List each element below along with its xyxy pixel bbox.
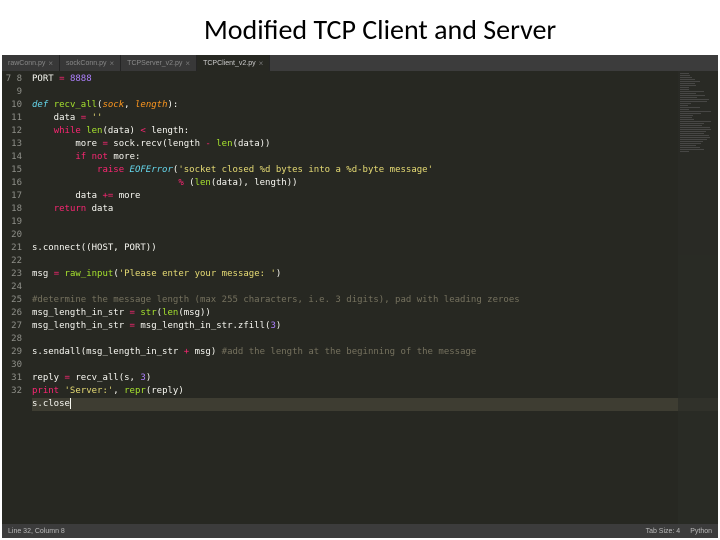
code-line[interactable]: data = '' (32, 112, 718, 125)
status-item[interactable]: Python (690, 528, 712, 535)
code-line[interactable] (32, 359, 718, 372)
code-line[interactable]: s.sendall(msg_length_in_str + msg) #add … (32, 346, 718, 359)
code-line[interactable] (32, 216, 718, 229)
code-line[interactable]: while len(data) < length: (32, 125, 718, 138)
code-line[interactable]: reply = recv_all(s, 3) (32, 372, 718, 385)
code-line[interactable] (32, 281, 718, 294)
slide-title: Modified TCP Client and Server (0, 0, 720, 55)
code-editor: rawConn.py×sockConn.py×TCPServer_v2.py×T… (2, 55, 718, 538)
code-line[interactable]: PORT = 8888 (32, 73, 718, 86)
tab-label: TCPClient_v2.py (203, 60, 256, 67)
code-line[interactable]: raise EOFError('socket closed %d bytes i… (32, 164, 718, 177)
code-line[interactable]: data += more (32, 190, 718, 203)
status-bar: Line 32, Column 8 Tab Size: 4 Python (2, 524, 718, 538)
status-cursor-position[interactable]: Line 32, Column 8 (8, 528, 65, 535)
text-caret (70, 398, 71, 409)
code-line[interactable]: print 'Server:', repr(reply) (32, 385, 718, 398)
tab-label: rawConn.py (8, 60, 45, 67)
code-area[interactable]: PORT = 8888 def recv_all(sock, length): … (28, 71, 718, 524)
code-line[interactable]: s.close (32, 398, 718, 411)
code-line[interactable]: more = sock.recv(length - len(data)) (32, 138, 718, 151)
code-line[interactable]: if not more: (32, 151, 718, 164)
editor-tab[interactable]: rawConn.py× (2, 55, 60, 71)
close-icon[interactable]: × (185, 59, 190, 68)
close-icon[interactable]: × (48, 59, 53, 68)
close-icon[interactable]: × (259, 59, 264, 68)
editor-tab[interactable]: TCPServer_v2.py× (121, 55, 197, 71)
status-item[interactable]: Tab Size: 4 (646, 528, 681, 535)
editor-tab-bar: rawConn.py×sockConn.py×TCPServer_v2.py×T… (2, 55, 718, 71)
tab-label: sockConn.py (66, 60, 106, 67)
code-line[interactable]: #determine the message length (max 255 c… (32, 294, 718, 307)
code-line[interactable]: msg_length_in_str = str(len(msg)) (32, 307, 718, 320)
editor-body: 7 8 9 10 11 12 13 14 15 16 17 18 19 20 2… (2, 71, 718, 524)
code-line[interactable]: return data (32, 203, 718, 216)
close-icon[interactable]: × (110, 59, 115, 68)
tab-label: TCPServer_v2.py (127, 60, 182, 67)
code-line[interactable] (32, 86, 718, 99)
code-line[interactable] (32, 333, 718, 346)
code-line[interactable]: % (len(data), length)) (32, 177, 718, 190)
minimap[interactable] (678, 71, 718, 524)
code-line[interactable]: msg_length_in_str = msg_length_in_str.zf… (32, 320, 718, 333)
code-line[interactable] (32, 229, 718, 242)
editor-tab[interactable]: TCPClient_v2.py× (197, 55, 270, 71)
line-number-gutter: 7 8 9 10 11 12 13 14 15 16 17 18 19 20 2… (2, 71, 28, 524)
code-line[interactable]: def recv_all(sock, length): (32, 99, 718, 112)
code-line[interactable]: s.connect((HOST, PORT)) (32, 242, 718, 255)
code-line[interactable]: msg = raw_input('Please enter your messa… (32, 268, 718, 281)
editor-tab[interactable]: sockConn.py × (60, 55, 121, 71)
code-line[interactable] (32, 255, 718, 268)
